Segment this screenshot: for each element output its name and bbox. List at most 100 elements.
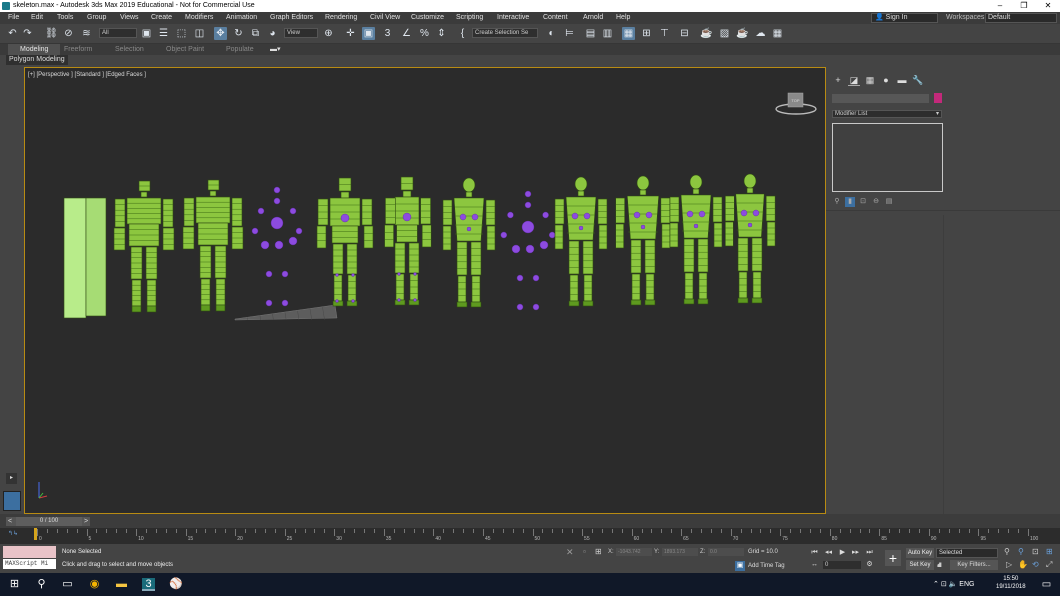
default-in-out-tangent-icon[interactable]: + bbox=[885, 550, 901, 566]
select-manipulate-icon[interactable]: ✛ bbox=[344, 27, 357, 40]
sign-in-dropdown[interactable]: 👤 Sign In bbox=[871, 13, 938, 23]
menu-scripting[interactable]: Scripting bbox=[456, 12, 483, 24]
network-icon[interactable]: ⊡ bbox=[941, 581, 949, 588]
selection-lock-icon[interactable]: ▫ bbox=[583, 547, 586, 556]
file-explorer-icon[interactable]: ▬ bbox=[115, 578, 128, 591]
viewport-layout-tab[interactable] bbox=[3, 491, 21, 511]
make-unique-icon[interactable]: ⊡ bbox=[858, 197, 868, 207]
menu-edit[interactable]: Edit bbox=[31, 12, 43, 24]
rectangular-selection-icon[interactable]: ⬚ bbox=[175, 27, 188, 40]
menu-tools[interactable]: Tools bbox=[57, 12, 73, 24]
ribbon-options-icon[interactable]: ▬▾ bbox=[270, 44, 281, 55]
angle-snap-icon[interactable]: ∠ bbox=[400, 27, 413, 40]
x-coordinate-field[interactable]: -1043.742 bbox=[616, 548, 652, 556]
language-indicator[interactable]: ENG bbox=[959, 581, 974, 588]
modify-panel-icon[interactable]: ◪ bbox=[848, 75, 860, 86]
perspective-viewport[interactable]: [+] [Perspective ] [Standard ] [Edged Fa… bbox=[24, 67, 826, 514]
go-to-start-icon[interactable]: ⏮ bbox=[809, 548, 820, 558]
undo-icon[interactable]: ↶ bbox=[6, 27, 19, 40]
menu-customize[interactable]: Customize bbox=[411, 12, 444, 24]
select-scale-icon[interactable]: ⧉ bbox=[249, 27, 262, 40]
polygon-modeling-panel[interactable]: Polygon Modeling bbox=[6, 55, 68, 65]
tab-modeling[interactable]: Modeling bbox=[8, 44, 61, 55]
modifier-stack[interactable] bbox=[832, 123, 943, 192]
search-icon[interactable]: ⚲ bbox=[35, 578, 48, 591]
absolute-mode-icon[interactable]: ⊞ bbox=[595, 547, 602, 556]
pin-stack-icon[interactable]: ⚲ bbox=[832, 197, 842, 207]
remove-modifier-icon[interactable]: ⊖ bbox=[871, 197, 881, 207]
render-setup-icon[interactable]: ☕ bbox=[700, 27, 713, 40]
workspace-select[interactable]: Default bbox=[985, 13, 1057, 23]
expand-viewport-layout-icon[interactable]: ▸ bbox=[6, 473, 17, 484]
maximize-viewport-icon[interactable]: ⤢ bbox=[1046, 560, 1052, 570]
utilities-panel-icon[interactable]: 🔧 bbox=[912, 75, 924, 86]
field-of-view-icon[interactable]: ▷ bbox=[1006, 560, 1012, 569]
menu-animation[interactable]: Animation bbox=[226, 12, 257, 24]
add-time-tag[interactable]: Add Time Tag bbox=[748, 563, 785, 569]
key-mode-icon[interactable]: ↔ bbox=[809, 560, 820, 570]
named-selection-icon[interactable]: { bbox=[456, 27, 469, 40]
mirror-icon[interactable]: ◐ bbox=[545, 27, 558, 40]
rendered-frame-icon[interactable]: ▨ bbox=[718, 27, 731, 40]
configure-modifier-sets-icon[interactable]: ▤ bbox=[884, 197, 894, 207]
close-button[interactable]: ✕ bbox=[1036, 0, 1060, 12]
object-color-swatch[interactable] bbox=[934, 93, 942, 103]
y-coordinate-field[interactable]: 1893.173 bbox=[662, 548, 698, 556]
3ds-max-taskbar-icon[interactable]: 3 bbox=[142, 578, 155, 591]
next-frame-icon[interactable]: > bbox=[82, 517, 90, 526]
select-move-icon[interactable]: ✥ bbox=[214, 27, 227, 40]
menu-interactive[interactable]: Interactive bbox=[497, 12, 529, 24]
key-filters-button[interactable]: Key Filters... bbox=[950, 560, 998, 570]
menu-create[interactable]: Create bbox=[151, 12, 172, 24]
time-cursor[interactable] bbox=[34, 528, 37, 540]
menu-civil-view[interactable]: Civil View bbox=[370, 12, 400, 24]
redo-icon[interactable]: ↷ bbox=[21, 27, 34, 40]
time-tag-icon[interactable]: ▣ bbox=[735, 561, 745, 571]
current-frame-field[interactable]: 0 bbox=[823, 561, 861, 569]
track-bar[interactable]: ↰↳ 0 5 10 15 20 25 30 35 40 45 50 55 60 65 70 75 80 85 90 9… bbox=[0, 528, 1060, 544]
clock[interactable]: 15:50 19/11/2018 bbox=[996, 575, 1026, 591]
select-rotate-icon[interactable]: ↻ bbox=[232, 27, 245, 40]
orbit-icon[interactable]: ⟲ bbox=[1032, 560, 1039, 569]
key-filter-icon[interactable]: ⛘ bbox=[937, 561, 942, 570]
menu-views[interactable]: Views bbox=[120, 12, 139, 24]
z-coordinate-field[interactable]: 0.0 bbox=[708, 548, 744, 556]
task-view-icon[interactable]: ▭ bbox=[61, 578, 74, 591]
named-selection-set-select[interactable]: Create Selection Se bbox=[472, 28, 538, 38]
zoom-icon[interactable]: ⚲ bbox=[1004, 547, 1010, 556]
hierarchy-panel-icon[interactable]: ▦ bbox=[864, 75, 876, 86]
menu-arnold[interactable]: Arnold bbox=[583, 12, 603, 24]
tab-object-paint[interactable]: Object Paint bbox=[166, 44, 204, 55]
motion-panel-icon[interactable]: ● bbox=[880, 75, 892, 86]
menu-modifiers[interactable]: Modifiers bbox=[185, 12, 213, 24]
menu-rendering[interactable]: Rendering bbox=[325, 12, 357, 24]
previous-frame-icon[interactable]: ◂◂ bbox=[823, 548, 834, 558]
tab-populate[interactable]: Populate bbox=[226, 44, 254, 55]
snaps-toggle-icon[interactable]: 3 bbox=[381, 27, 394, 40]
time-slider-handle[interactable]: 0 / 100 bbox=[16, 517, 82, 526]
schematic-view-icon[interactable]: ⊤ bbox=[658, 27, 671, 40]
maxscript-mini-listener[interactable]: MAXScript Mi bbox=[3, 559, 56, 569]
chrome-icon[interactable]: ◉ bbox=[88, 578, 101, 591]
align-icon[interactable]: ⊨ bbox=[563, 27, 576, 40]
spinner-snap-icon[interactable]: ⇕ bbox=[435, 27, 448, 40]
window-crossing-icon[interactable]: ◫ bbox=[193, 27, 206, 40]
tab-selection[interactable]: Selection bbox=[115, 44, 144, 55]
bind-space-warp-icon[interactable]: ≋ bbox=[80, 27, 93, 40]
layer-explorer-icon[interactable]: ▥ bbox=[601, 27, 614, 40]
auto-key-button[interactable]: Auto Key bbox=[906, 548, 934, 558]
maximize-button[interactable]: ❐ bbox=[1012, 0, 1036, 12]
render-production-icon[interactable]: ☕ bbox=[736, 27, 749, 40]
display-panel-icon[interactable]: ▬ bbox=[896, 75, 908, 86]
viewcube-icon[interactable]: TOP bbox=[775, 92, 817, 115]
tab-freeform[interactable]: Freeform bbox=[64, 44, 92, 55]
isolate-selection-icon[interactable]: ✕ bbox=[566, 547, 574, 558]
pivot-center-icon[interactable]: ⊕ bbox=[322, 27, 335, 40]
zoom-extents-icon[interactable]: ⊡ bbox=[1032, 547, 1039, 556]
menu-help[interactable]: Help bbox=[616, 12, 630, 24]
app-taskbar-icon[interactable]: ⚾ bbox=[169, 578, 183, 591]
modifier-list-dropdown[interactable]: Modifier List ▾ bbox=[832, 110, 942, 118]
time-slider[interactable]: < 0 / 100 > bbox=[6, 517, 90, 526]
time-configuration-icon[interactable]: ⚙ bbox=[864, 560, 875, 570]
next-frame-play-icon[interactable]: ▸▸ bbox=[850, 548, 861, 558]
